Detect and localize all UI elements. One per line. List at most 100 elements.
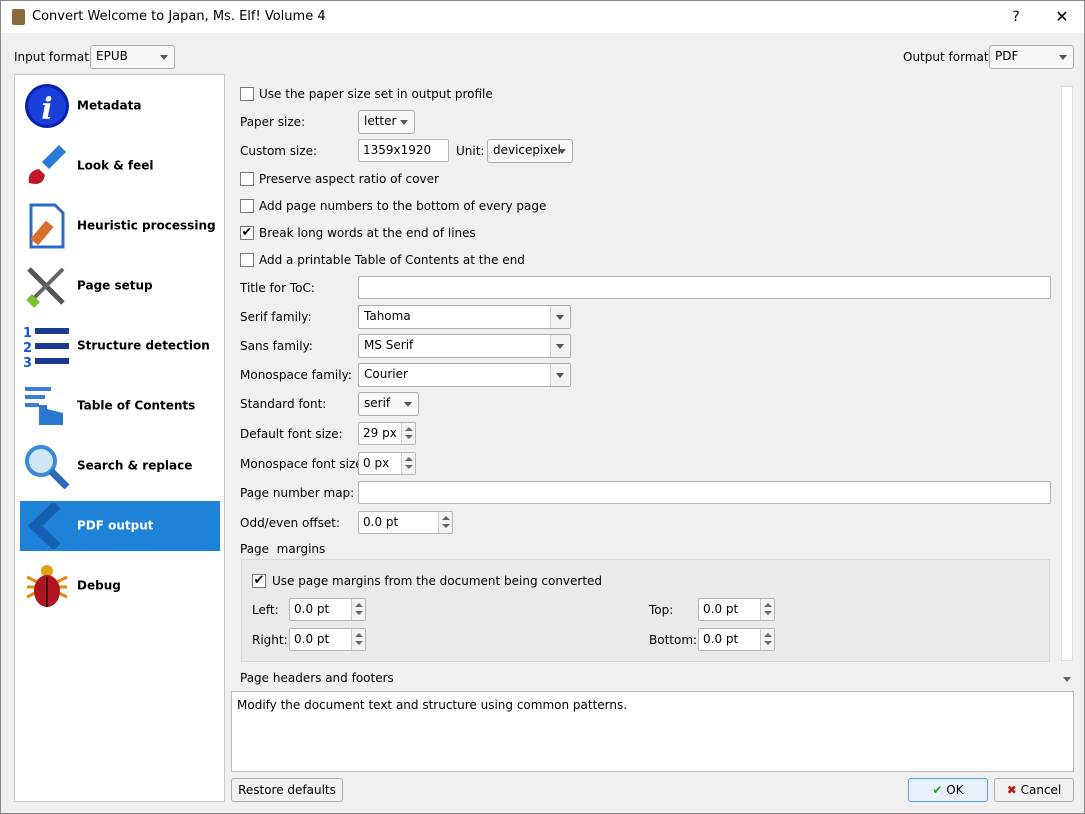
spin-arrows-icon[interactable] (401, 453, 415, 474)
magnifier-icon (25, 445, 70, 489)
sans-family-select[interactable]: MS Serif (358, 334, 571, 358)
svg-text:2: 2 (23, 341, 32, 356)
sidebar-item-label: Search & replace (77, 458, 193, 473)
info-icon: i (25, 84, 69, 128)
break-words-label: Break long words at the end of lines (259, 226, 476, 240)
sidebar-item-heuristic[interactable]: Heuristic processing (20, 201, 220, 251)
use-doc-margins-label: Use page margins from the document being… (272, 574, 603, 588)
chevron-left-icon (27, 503, 61, 549)
numbered-list-icon: 123 (23, 326, 69, 369)
output-format-value: PDF (995, 49, 1019, 63)
restore-defaults-button[interactable]: Restore defaults (231, 778, 343, 802)
toc-hand-icon (25, 387, 63, 425)
mono-font-size-value: 0 px (363, 456, 390, 470)
spin-arrows-icon[interactable] (760, 599, 774, 620)
sidebar-item-label: Look & feel (77, 158, 154, 173)
chevron-down-icon (558, 149, 566, 154)
bottom-margin-spinbox[interactable]: 0.0 pt (698, 628, 775, 651)
paper-size-value: letter (364, 114, 397, 128)
mono-family-select[interactable]: Courier (358, 363, 571, 387)
cancel-label: Cancel (1020, 783, 1062, 797)
top-margin-spinbox[interactable]: 0.0 pt (698, 598, 775, 621)
right-margin-label: Right: (252, 633, 288, 647)
sidebar-item-label: Metadata (77, 98, 142, 113)
bottom-margin-label: Bottom: (649, 633, 698, 647)
odd-even-offset-value: 0.0 pt (363, 515, 399, 529)
left-margin-label: Left: (252, 603, 279, 617)
use-paper-size-checkbox[interactable] (240, 87, 254, 101)
sidebar-item-search-replace[interactable]: Search & replace (20, 441, 220, 491)
page-number-map-input[interactable] (358, 481, 1051, 504)
default-font-size-spinbox[interactable]: 29 px (358, 422, 416, 445)
break-words-checkbox[interactable]: ✔ (240, 226, 254, 240)
top-margin-value: 0.0 pt (703, 602, 739, 616)
svg-text:i: i (41, 92, 52, 127)
sidebar-item-metadata[interactable]: i Metadata (20, 81, 220, 131)
page-numbers-checkbox[interactable] (240, 199, 254, 213)
toc-title-input[interactable] (358, 276, 1051, 299)
output-format-select[interactable]: PDF (989, 45, 1074, 69)
mono-family-value: Courier (364, 367, 408, 381)
sidebar-item-structure[interactable]: 123 Structure detection (20, 321, 220, 371)
sidebar-item-debug[interactable]: Debug (20, 561, 220, 611)
ok-button[interactable]: ✔ OK (908, 778, 988, 802)
mono-font-size-label: Monospace font size: (240, 457, 367, 471)
right-margin-value: 0.0 pt (294, 632, 330, 646)
input-format-select[interactable]: EPUB (90, 45, 175, 69)
standard-font-select[interactable]: serif (358, 392, 419, 416)
default-font-size-label: Default font size: (240, 427, 343, 441)
sidebar-item-toc[interactable]: Table of Contents (20, 381, 220, 431)
svg-text:3: 3 (23, 356, 32, 369)
use-doc-margins-checkbox[interactable]: ✔ (252, 574, 266, 588)
svg-text:1: 1 (23, 326, 32, 341)
spin-arrows-icon[interactable] (351, 599, 365, 620)
chevron-down-icon (404, 402, 412, 407)
default-font-size-value: 29 px (363, 426, 397, 440)
chevron-down-icon (556, 373, 564, 378)
unit-select[interactable]: devicepixel (487, 139, 573, 163)
sidebar-item-label: PDF output (77, 518, 154, 533)
bottom-margin-value: 0.0 pt (703, 632, 739, 646)
close-button[interactable]: ✕ (1042, 5, 1082, 29)
spin-arrows-icon[interactable] (351, 629, 365, 650)
sidebar-item-label: Structure detection (77, 338, 210, 353)
sidebar-item-pdf-output[interactable]: PDF output (20, 501, 220, 551)
unit-value: devicepixel (493, 143, 561, 157)
serif-family-value: Tahoma (364, 309, 411, 323)
top-margin-label: Top: (649, 603, 674, 617)
printable-toc-checkbox[interactable] (240, 253, 254, 267)
spin-arrows-icon[interactable] (438, 512, 452, 533)
cancel-button[interactable]: ✖ Cancel (994, 778, 1074, 802)
custom-size-input[interactable]: 1359x1920 (358, 139, 449, 162)
sidebar-item-label: Debug (77, 578, 121, 593)
custom-size-label: Custom size: (240, 144, 318, 158)
left-margin-spinbox[interactable]: 0.0 pt (289, 598, 366, 621)
spin-arrows-icon[interactable] (760, 629, 774, 650)
description-box: Modify the document text and structure u… (231, 691, 1074, 772)
sidebar-item-look-feel[interactable]: Look & feel (20, 141, 220, 191)
right-margin-spinbox[interactable]: 0.0 pt (289, 628, 366, 651)
left-margin-value: 0.0 pt (294, 602, 330, 616)
page-number-map-label: Page number map: (240, 486, 355, 500)
preserve-aspect-checkbox[interactable] (240, 172, 254, 186)
sans-family-label: Sans family: (240, 339, 313, 353)
form-scrollbar[interactable] (1061, 74, 1073, 687)
paper-size-select[interactable]: letter (358, 110, 415, 134)
sidebar: i Metadata Look & feel Heuristic process… (14, 74, 225, 802)
scrollbar-thumb[interactable] (1061, 86, 1073, 661)
mono-font-size-spinbox[interactable]: 0 px (358, 452, 416, 475)
help-button[interactable]: ? (996, 5, 1036, 29)
calibre-app-icon (12, 9, 25, 25)
scroll-down-icon[interactable] (1063, 677, 1071, 682)
sans-family-value: MS Serif (364, 338, 414, 352)
brush-icon (28, 144, 67, 184)
sidebar-item-page-setup[interactable]: Page setup (20, 261, 220, 311)
chevron-down-icon (1059, 55, 1067, 60)
odd-even-offset-spinbox[interactable]: 0.0 pt (358, 511, 453, 534)
serif-family-select[interactable]: Tahoma (358, 305, 571, 329)
chevron-down-icon (556, 315, 564, 320)
checkmark-icon: ✔ (932, 783, 943, 797)
sidebar-item-label: Page setup (77, 278, 153, 293)
headers-footers-title: Page headers and footers (240, 671, 394, 685)
spin-arrows-icon[interactable] (401, 423, 415, 444)
